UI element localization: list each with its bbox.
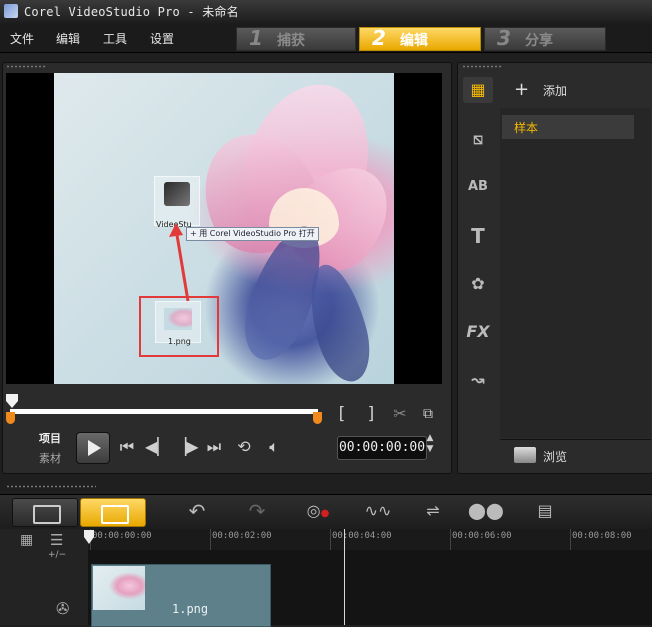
subtitle-icon[interactable]: ▤ (530, 499, 560, 523)
clip-label: 1.png (172, 602, 209, 616)
app-logo-icon (4, 4, 18, 18)
menu-edit[interactable]: 编辑 (56, 30, 80, 47)
timecode-stepper-icon[interactable]: ▲ ▼ (424, 433, 436, 455)
step-edit-tab[interactable]: 2 编辑 (359, 26, 481, 51)
add-folder-icon[interactable]: + (514, 79, 529, 100)
menu-tools[interactable]: 工具 (103, 30, 127, 47)
ruler-tick-label: 00:00:00:00 (92, 531, 152, 541)
repeat-icon[interactable]: ⟲ (233, 437, 255, 457)
trim-end-marker[interactable] (313, 412, 322, 424)
volume-icon[interactable]: 🔈︎ (263, 437, 285, 457)
audio-mixer-icon[interactable]: ∿∿ (363, 499, 393, 523)
media-icon[interactable]: ▦ (463, 77, 493, 103)
folder-label: 样本 (514, 121, 539, 135)
scrubber-handle[interactable] (6, 394, 18, 408)
library-folder-list (500, 108, 651, 438)
redo-icon[interactable]: ↷ (242, 499, 272, 523)
menu-bar: 文件 编辑 工具 设置 1 捕获 2 编辑 3 分享 (0, 24, 652, 53)
auto-music-icon[interactable]: ⇌ (418, 499, 448, 523)
title-bar: Corel VideoStudio Pro - 未命名 (0, 0, 652, 25)
clip-thumbnail (93, 566, 145, 610)
panel-grip[interactable] (6, 485, 96, 488)
storyboard-view-icon[interactable] (12, 498, 78, 527)
open-with-tooltip: + 用 Corel VideoStudio Pro 打开 (186, 227, 319, 241)
motion-track-icon[interactable]: ⬤⬤ (468, 499, 504, 523)
step-label: 编辑 (400, 33, 428, 49)
film-camera-icon (164, 182, 190, 206)
scrub-bar[interactable] (10, 409, 318, 414)
step-label: 分享 (525, 33, 553, 49)
browse-icon[interactable] (514, 447, 536, 463)
split-clip-scissors-icon[interactable]: ✂ (390, 404, 410, 424)
mark-out-button[interactable]: ] (363, 404, 379, 424)
videostudio-desktop-icon[interactable] (154, 176, 200, 226)
step-share-tab[interactable]: 3 分享 (484, 26, 606, 51)
playhead[interactable] (344, 529, 345, 625)
track-headers: ▦ ☰ +/− ✇ (0, 529, 89, 625)
step-label: 捕获 (277, 33, 305, 49)
timeline-ruler[interactable]: 00:00:00:00 00:00:02:00 00:00:04:00 00:0… (88, 529, 652, 551)
ruler-tick-label: 00:00:08:00 (572, 531, 632, 541)
timeline-start-marker-icon[interactable] (84, 530, 94, 544)
record-capture-icon[interactable]: ◎● (303, 499, 333, 523)
transition-icon[interactable]: ⧅ (463, 126, 493, 152)
enlarge-preview-icon[interactable]: ⧉ (418, 404, 438, 424)
step-capture-tab[interactable]: 1 捕获 (236, 26, 356, 51)
go-to-start-icon[interactable]: ⏮ (116, 437, 138, 457)
browse-label[interactable]: 浏览 (543, 448, 567, 465)
panel-grip[interactable] (462, 65, 502, 68)
ruler-tick-label: 00:00:04:00 (332, 531, 392, 541)
video-track-icon: ✇ (56, 599, 70, 618)
trim-start-marker[interactable] (6, 412, 15, 424)
ruler-tick-label: 00:00:06:00 (452, 531, 512, 541)
undo-icon[interactable]: ↶ (182, 499, 212, 523)
track-manager-icon[interactable]: ☰ (50, 531, 63, 549)
project-mode-label[interactable]: 项目 (39, 430, 61, 446)
step-number: 3 (497, 26, 511, 50)
window-title: Corel VideoStudio Pro - 未命名 (24, 5, 239, 19)
clip-mode-label[interactable]: 素材 (39, 450, 61, 466)
add-folder-label[interactable]: 添加 (543, 82, 567, 99)
play-icon (88, 440, 101, 456)
mark-in-button[interactable]: [ (334, 404, 350, 424)
title-t-icon[interactable]: T (463, 223, 493, 249)
timeline-toolbar: ↶ ↷ ◎● ∿∿ ⇌ ⬤⬤ ▤ (0, 494, 652, 529)
highlight-box (139, 296, 219, 357)
menu-settings[interactable]: 设置 (150, 30, 174, 47)
next-frame-icon[interactable]: ▕▶ (174, 437, 199, 457)
panel-grip[interactable] (6, 65, 46, 68)
video-track-icon[interactable]: ▦ (20, 532, 33, 548)
graphic-icon[interactable]: ✿ (463, 271, 493, 297)
go-to-end-icon[interactable]: ⏭ (203, 437, 225, 457)
title-ab-icon[interactable]: AB (463, 174, 493, 200)
previous-frame-icon[interactable]: ◀▏ (145, 437, 170, 457)
library-folder-item[interactable]: 样本 (502, 115, 634, 139)
path-icon[interactable]: ↝ (463, 367, 493, 393)
menu-file[interactable]: 文件 (10, 30, 34, 47)
fx-icon[interactable]: FX (463, 319, 493, 345)
library-category-bar: ▦ ⧅ AB T ✿ FX ↝ (457, 73, 499, 472)
zoom-control-label[interactable]: +/− (48, 550, 66, 560)
play-button[interactable] (76, 432, 110, 464)
ruler-tick-label: 00:00:02:00 (212, 531, 272, 541)
step-number: 2 (372, 26, 386, 50)
step-number: 1 (249, 26, 263, 50)
timecode-display[interactable]: 00:00:00:00 (337, 436, 427, 460)
timeline-view-icon[interactable] (80, 498, 146, 527)
